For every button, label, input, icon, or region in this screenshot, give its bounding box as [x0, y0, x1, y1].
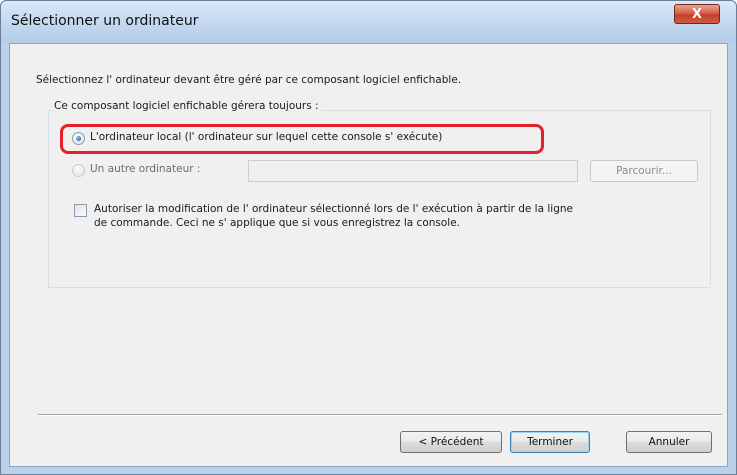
footer-separator [38, 414, 722, 416]
allow-change-label[interactable]: Autoriser la modification de l' ordinate… [94, 202, 694, 230]
allow-change-line-2: de commande. Ceci ne s' applique que si … [94, 217, 461, 229]
allow-change-line-1: Autoriser la modification de l' ordinate… [94, 203, 573, 215]
back-button[interactable]: < Précédent [400, 431, 502, 453]
instruction-text: Sélectionnez l' ordinateur devant être g… [36, 74, 462, 86]
finish-button[interactable]: Terminer [510, 431, 590, 453]
close-icon: X [691, 6, 703, 22]
dialog-window: Sélectionner un ordinateur X Sélectionne… [0, 0, 737, 475]
close-button[interactable]: X [674, 4, 720, 24]
cancel-button[interactable]: Annuler [626, 431, 712, 453]
computer-name-input[interactable] [248, 160, 578, 182]
highlight-annotation [60, 124, 544, 154]
another-computer-label[interactable]: Un autre ordinateur : [90, 163, 200, 175]
group-label: Ce composant logiciel enfichable gérera … [52, 100, 321, 112]
another-computer-radio[interactable] [72, 164, 85, 177]
title-bar[interactable]: Sélectionner un ordinateur X [1, 1, 736, 43]
dialog-body: Sélectionnez l' ordinateur devant être g… [9, 43, 728, 467]
allow-change-checkbox[interactable] [74, 204, 87, 217]
window-title: Sélectionner un ordinateur [11, 13, 199, 29]
browse-button[interactable]: Parcourir... [590, 160, 698, 182]
